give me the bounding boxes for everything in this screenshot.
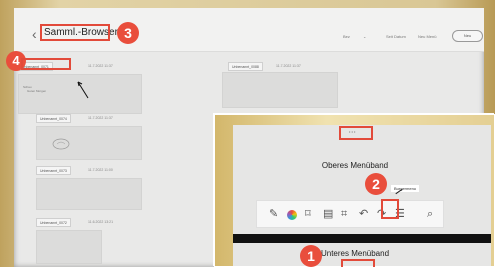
new-button[interactable]: Neu — [452, 30, 483, 42]
toolbar: ✎ ⌑ ▤ ⌗ ↶ ↷ ☰ ⌕ — [256, 200, 444, 228]
top-menu-highlight-box — [339, 126, 373, 140]
new-menu-button[interactable]: Neu Menü — [418, 34, 436, 39]
annotation-badge-3: 3 — [117, 22, 139, 44]
card-highlight-box — [21, 58, 71, 70]
card-title[interactable]: Unbenannt_0073 — [36, 166, 71, 175]
card-thumbnail[interactable] — [222, 72, 338, 108]
color-wheel-icon[interactable] — [287, 210, 297, 220]
search-icon[interactable]: ⌕ — [427, 209, 433, 220]
document-icon[interactable]: ▤ — [323, 209, 333, 220]
card-date: 11.7.2022 11:00 — [88, 168, 113, 172]
bottom-menu-highlight-box — [341, 259, 375, 267]
annotation-badge-2: 2 — [365, 173, 387, 195]
menu-button-highlight-box — [381, 199, 399, 219]
burgermenu-tooltip: Burgermenu — [391, 185, 420, 192]
undo-icon[interactable]: ↶ — [359, 209, 368, 220]
card-date: 11.7.2022 11:37 — [276, 64, 301, 68]
inset-screen: • • • Oberes Menüband ✎ ⌑ ▤ ⌗ ↶ ↷ ☰ ⌕ Bu… — [233, 125, 491, 266]
annotation-badge-1: 1 — [300, 245, 322, 267]
card-thumbnail[interactable] — [36, 178, 142, 210]
title-highlight-box — [40, 24, 110, 41]
shape-select-icon[interactable]: ⌑ — [305, 209, 311, 220]
top-menu-label: Oberes Menüband — [321, 161, 389, 170]
crop-icon[interactable]: ⌗ — [341, 209, 347, 220]
card-date: 11.6.2022 13:21 — [88, 220, 114, 224]
card-title[interactable]: Unbenannt_0088 — [228, 62, 263, 71]
board-divider — [233, 234, 491, 243]
card-thumbnail[interactable] — [36, 126, 142, 160]
card-date: 11.7.2022 11:37 — [88, 116, 113, 120]
card-date: 11.7.2022 11:37 — [88, 64, 113, 68]
sort-by-date-button[interactable]: Seit Datum — [386, 34, 406, 39]
annotation-arrow — [77, 81, 89, 99]
card-title[interactable]: Unbenannt_0074 — [36, 114, 71, 123]
card-title[interactable]: Unbenannt_0072 — [36, 218, 71, 227]
pen-icon[interactable]: ✎ — [269, 209, 278, 220]
thumbnail-drawing — [52, 138, 70, 150]
bottom-menu-label: Unteres Menüband — [320, 249, 390, 258]
sort-dropdown[interactable]: Bez — [343, 34, 350, 39]
thumbnail-text: Guten Morgen — [27, 89, 47, 93]
back-icon[interactable]: ‹ — [32, 27, 37, 41]
chevron-down-icon[interactable]: ⌄ — [363, 34, 366, 39]
card-thumbnail[interactable] — [36, 230, 102, 264]
